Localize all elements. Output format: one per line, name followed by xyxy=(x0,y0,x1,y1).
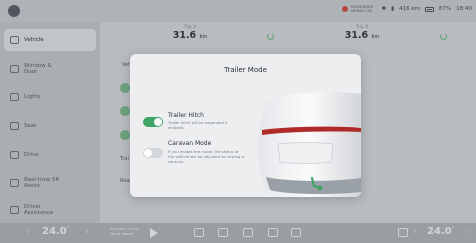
trailer-hitch-label: Trailer Hitch xyxy=(168,112,204,119)
toggle-knob xyxy=(144,149,152,157)
caravan-mode-description: If you enable the mode, the status of th… xyxy=(168,149,244,164)
caravan-mode-label: Caravan Mode xyxy=(168,140,212,147)
caravan-mode-toggle[interactable] xyxy=(143,148,163,158)
trailer-hitch-description: Trailer hitch will be expanded if enable… xyxy=(168,120,228,130)
vehicle-settings-screen: PASSENGER AIRBAG ON ✱ ▮ 416 km 87% 18:40… xyxy=(0,0,476,243)
vehicle-rear-illustration xyxy=(258,92,361,197)
trailer-hitch-toggle[interactable] xyxy=(143,117,163,127)
license-plate-recess xyxy=(277,142,334,164)
toggle-knob xyxy=(154,118,162,126)
hitch-ball xyxy=(317,185,323,191)
trailer-mode-dialog: Trailer Mode Trailer Hitch Trailer hitch… xyxy=(130,54,361,197)
dialog-title: Trailer Mode xyxy=(224,66,267,74)
